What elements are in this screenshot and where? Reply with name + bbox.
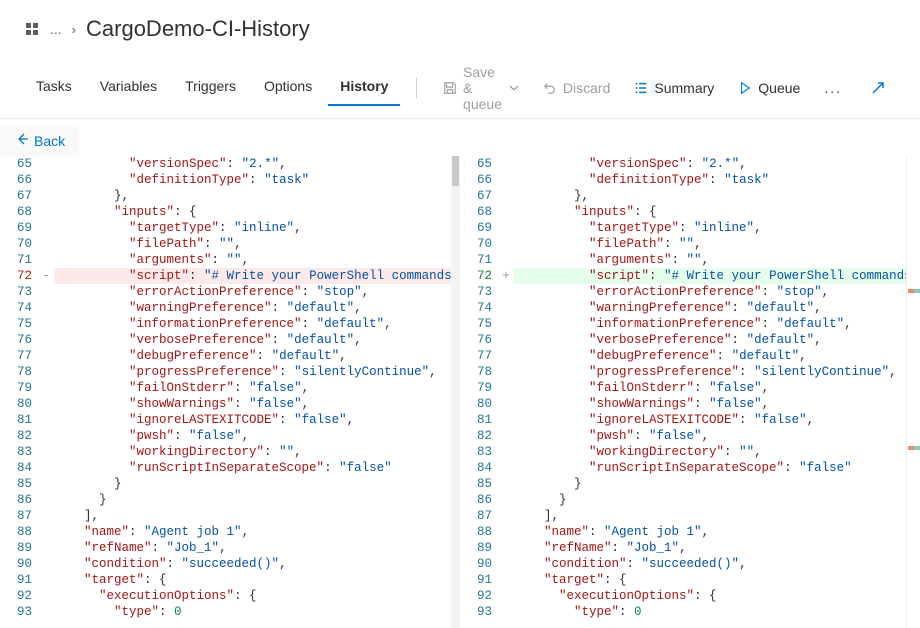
scrollbar-left[interactable]	[451, 156, 460, 628]
summary-button[interactable]: Summary	[624, 74, 724, 102]
diff-left-pane[interactable]: 6566676869707172737475767778798081828384…	[0, 156, 460, 628]
tab-triggers[interactable]: Triggers	[173, 70, 248, 106]
breadcrumb: ... › CargoDemo-CI-History	[0, 0, 920, 52]
breadcrumb-overflow[interactable]: ...	[50, 21, 62, 37]
chevron-down-icon	[509, 83, 519, 93]
discard-button: Discard	[533, 74, 620, 102]
code-left[interactable]: "versionSpec": "2.*", "definitionType": …	[54, 156, 460, 628]
save-icon	[443, 81, 457, 95]
divider	[416, 78, 417, 98]
tab-tasks[interactable]: Tasks	[24, 70, 84, 106]
expand-icon	[870, 80, 886, 96]
tab-variables[interactable]: Variables	[88, 70, 169, 106]
breadcrumb-chevron-icon: ›	[72, 22, 76, 37]
tab-history[interactable]: History	[328, 70, 400, 106]
tabs-bar: Tasks Variables Triggers Options History…	[0, 52, 920, 119]
line-numbers-left: 6566676869707172737475767778798081828384…	[0, 156, 38, 628]
play-icon	[738, 81, 752, 95]
overview-ruler[interactable]	[906, 156, 920, 628]
fullscreen-button[interactable]	[860, 74, 896, 102]
diff-right-pane[interactable]: 6566676869707172737475767778798081828384…	[460, 156, 920, 628]
diff-viewer: 6566676869707172737475767778798081828384…	[0, 156, 920, 628]
code-right[interactable]: "versionSpec": "2.*", "definitionType": …	[514, 156, 906, 628]
save-and-queue-label: Save & queue	[463, 64, 503, 112]
queue-label: Queue	[758, 80, 800, 96]
undo-icon	[543, 81, 557, 95]
save-and-queue-button: Save & queue	[433, 58, 529, 118]
arrow-left-icon	[14, 131, 30, 150]
more-actions-button[interactable]: ...	[814, 74, 852, 102]
list-icon	[634, 81, 648, 95]
more-icon: ...	[824, 80, 842, 96]
summary-label: Summary	[654, 80, 714, 96]
change-markers-right: +	[498, 156, 514, 628]
page-title: CargoDemo-CI-History	[86, 16, 310, 42]
pipeline-icon[interactable]	[24, 21, 40, 37]
line-numbers-right: 6566676869707172737475767778798081828384…	[460, 156, 498, 628]
back-label: Back	[34, 133, 65, 149]
change-markers-left: -	[38, 156, 54, 628]
tab-options[interactable]: Options	[252, 70, 324, 106]
queue-button[interactable]: Queue	[728, 74, 810, 102]
discard-label: Discard	[563, 80, 610, 96]
back-button[interactable]: Back	[0, 125, 79, 156]
